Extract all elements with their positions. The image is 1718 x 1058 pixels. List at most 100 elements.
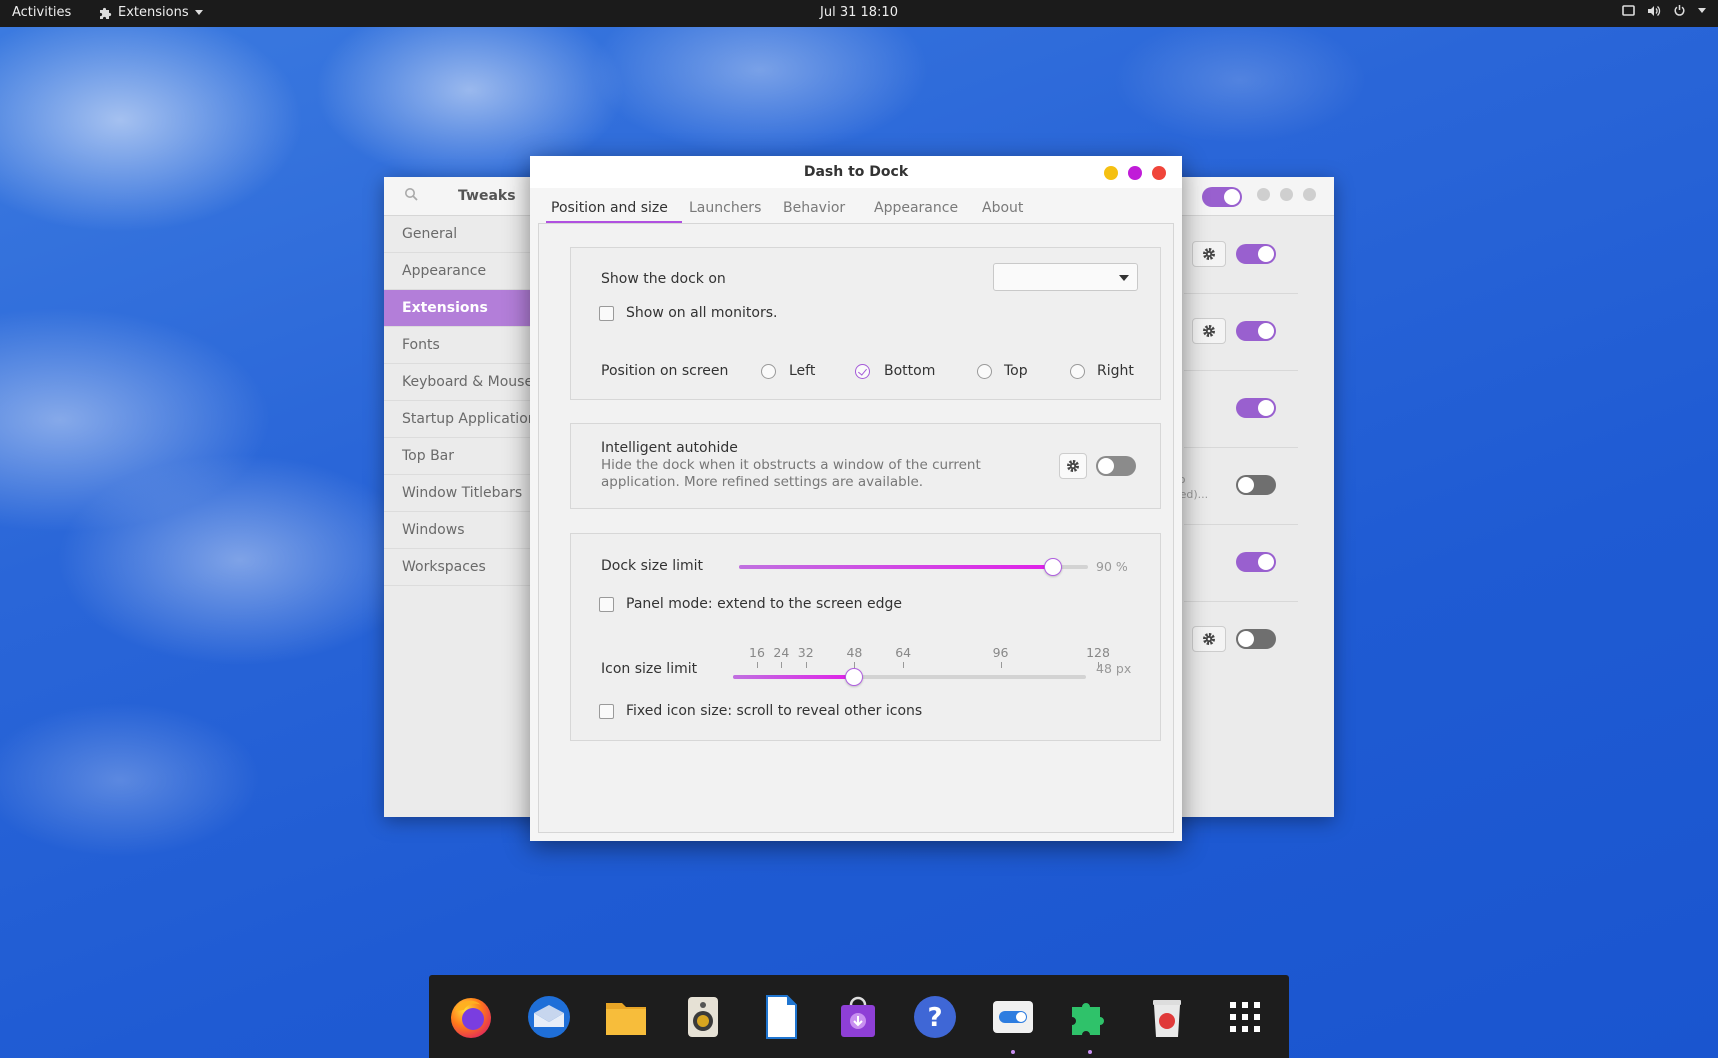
sidebar-item-window-titlebars[interactable]: Window Titlebars [384,475,534,512]
extension-toggle[interactable] [1236,629,1276,649]
autohide-description: Hide the dock when it obstructs a window… [601,457,981,490]
show-dock-on-label: Show the dock on [601,271,726,287]
dock-size-slider[interactable] [739,558,1088,576]
thunderbird-icon[interactable] [525,993,573,1041]
close-button[interactable] [1152,166,1166,180]
minimize-button[interactable] [1104,166,1118,180]
sidebar-item-keyboard-mouse[interactable]: Keyboard & Mouse [384,364,534,401]
extensions-puzzle-icon[interactable] [1066,993,1114,1041]
sidebar-item-appearance[interactable]: Appearance [384,253,534,290]
clock[interactable]: Jul 31 18:10 [820,5,898,20]
icon-size-mark-label: 96 [992,645,1009,660]
icon-size-slider-fill [733,675,855,679]
power-icon [1674,5,1685,16]
sidebar-item-extensions[interactable]: Extensions [384,290,534,327]
extension-toggle[interactable] [1236,321,1276,341]
close-button[interactable] [1303,188,1316,201]
help-icon[interactable]: ? [911,993,959,1041]
panel-mode-label: Panel mode: extend to the screen edge [626,596,902,612]
extension-settings-button[interactable] [1192,318,1226,344]
active-tab-indicator [546,221,682,223]
tab-appearance[interactable]: Appearance [874,200,958,216]
autohide-card: Intelligent autohide Hide the dock when … [570,423,1161,509]
extension-toggle[interactable] [1236,244,1276,264]
position-left-radio[interactable] [761,364,776,379]
extension-settings-button[interactable] [1192,626,1226,652]
fixed-icon-size-label: Fixed icon size: scroll to reveal other … [626,703,923,719]
show-all-monitors-checkbox[interactable] [599,306,614,321]
icon-size-mark-label: 32 [797,645,814,660]
sidebar-item-windows[interactable]: Windows [384,512,534,549]
dock: ? [429,975,1289,1058]
running-indicator [1011,1050,1015,1054]
sidebar-item-startup-applications[interactable]: Startup Applications [384,401,534,438]
running-indicator [1088,1050,1092,1054]
dialog-title: Dash to Dock [803,164,909,180]
dock-size-slider-handle[interactable] [1044,558,1063,576]
fixed-icon-size-checkbox[interactable] [599,704,614,719]
position-label: Position on screen [601,363,729,379]
monitor-select[interactable] [993,263,1138,291]
tab-position-and-size[interactable]: Position and size [551,200,668,216]
app-grid-icon[interactable] [1221,993,1269,1041]
gear-icon [1203,248,1215,260]
icon-size-slider[interactable] [733,668,1086,686]
settings-toggle-icon[interactable] [989,993,1037,1041]
gear-icon [1203,325,1215,337]
firefox-icon[interactable] [447,993,495,1041]
puzzle-icon [100,7,112,19]
extension-row: ⚠ [1165,602,1298,679]
extension-row [1184,294,1298,371]
position-bottom-label: Bottom [884,363,936,379]
maximize-button[interactable] [1280,188,1293,201]
position-right-label: Right [1097,363,1134,379]
dialog-titlebar[interactable]: Dash to Dock [530,156,1182,188]
size-card: Dock size limit 90 % Panel mode: extend … [570,533,1161,741]
icon-size-tick [1000,662,1002,668]
maximize-button[interactable] [1128,166,1142,180]
tab-about[interactable]: About [982,200,1023,216]
icon-size-tick [781,662,783,668]
minimize-button[interactable] [1257,188,1270,201]
position-left-label: Left [789,363,816,379]
autohide-title: Intelligent autohide [601,440,738,456]
tab-launchers[interactable]: Launchers [689,200,761,216]
sidebar-item-workspaces[interactable]: Workspaces [384,549,534,586]
sidebar-item-general[interactable]: General [384,216,534,253]
search-icon[interactable] [404,187,418,201]
extension-toggle[interactable] [1236,475,1276,495]
tweaks-title: Tweaks [458,188,516,204]
autohide-settings-button[interactable] [1059,453,1087,479]
dash-to-dock-dialog: Dash to Dock Position and size Launchers… [530,156,1182,841]
position-bottom-radio[interactable] [855,364,870,379]
icon-size-slider-handle[interactable] [845,668,864,686]
files-icon[interactable] [602,993,650,1041]
icon-size-mark-label: 16 [749,645,765,660]
dock-size-slider-fill [739,565,1054,569]
libreoffice-writer-icon[interactable] [757,993,805,1041]
extension-settings-button[interactable] [1192,241,1226,267]
dock-size-value: 90 % [1096,559,1128,574]
sidebar-item-top-bar[interactable]: Top Bar [384,438,534,475]
rhythmbox-icon[interactable] [679,993,727,1041]
activities-button[interactable]: Activities [12,5,71,20]
position-top-radio[interactable] [977,364,992,379]
show-all-monitors-label: Show on all monitors. [626,305,778,321]
sidebar-item-fonts[interactable]: Fonts [384,327,534,364]
extensions-master-toggle[interactable] [1202,187,1242,207]
icon-size-tick [757,662,758,668]
extension-row: h toorted)... [1164,448,1298,525]
panel-mode-checkbox[interactable] [599,597,614,612]
extension-toggle[interactable] [1236,398,1276,418]
tab-behavior[interactable]: Behavior [783,200,845,216]
software-icon[interactable] [834,993,882,1041]
icon-size-mark-label: 24 [773,645,790,660]
app-menu[interactable]: Extensions [98,5,203,20]
position-right-radio[interactable] [1070,364,1085,379]
autohide-toggle[interactable] [1096,456,1136,476]
trash-icon[interactable] [1143,993,1191,1041]
system-tray[interactable] [1622,4,1706,17]
gear-icon [1203,633,1215,645]
chevron-down-icon [194,10,203,15]
extension-toggle[interactable] [1236,552,1276,572]
